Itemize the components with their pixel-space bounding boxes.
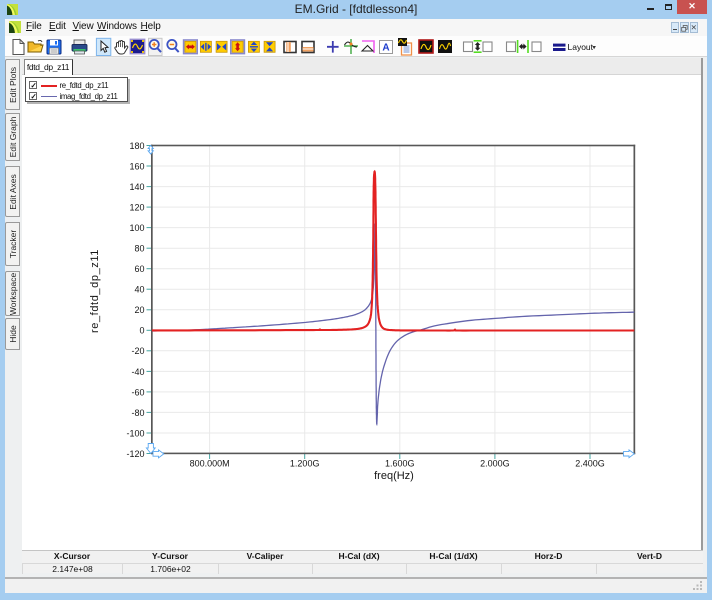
svg-text:80: 80	[134, 244, 144, 254]
svg-text:freq(Hz): freq(Hz)	[374, 470, 414, 482]
svg-text:120: 120	[129, 203, 144, 213]
svg-text:1.200G: 1.200G	[290, 459, 320, 469]
svg-text:180: 180	[129, 141, 144, 151]
svg-text:2.400G: 2.400G	[575, 459, 605, 469]
svg-text:800.000M: 800.000M	[190, 459, 230, 469]
svg-text:40: 40	[134, 285, 144, 295]
svg-text:60: 60	[134, 264, 144, 274]
svg-text:0: 0	[139, 326, 144, 336]
svg-text:100: 100	[129, 223, 144, 233]
svg-text:re_fdtd_dp_z11: re_fdtd_dp_z11	[89, 249, 101, 333]
svg-text:-40: -40	[131, 367, 144, 377]
svg-text:-120: -120	[126, 449, 144, 459]
svg-text:Layout: Layout	[568, 42, 594, 52]
svg-text:160: 160	[129, 161, 144, 171]
svg-text:-100: -100	[126, 428, 144, 438]
svg-text:1.600G: 1.600G	[385, 459, 415, 469]
svg-text:-60: -60	[131, 387, 144, 397]
svg-text:-80: -80	[131, 408, 144, 418]
svg-text:A: A	[382, 43, 389, 54]
svg-text:2.000G: 2.000G	[480, 459, 510, 469]
svg-text:20: 20	[134, 305, 144, 315]
svg-text:140: 140	[129, 182, 144, 192]
svg-text:-20: -20	[131, 346, 144, 356]
